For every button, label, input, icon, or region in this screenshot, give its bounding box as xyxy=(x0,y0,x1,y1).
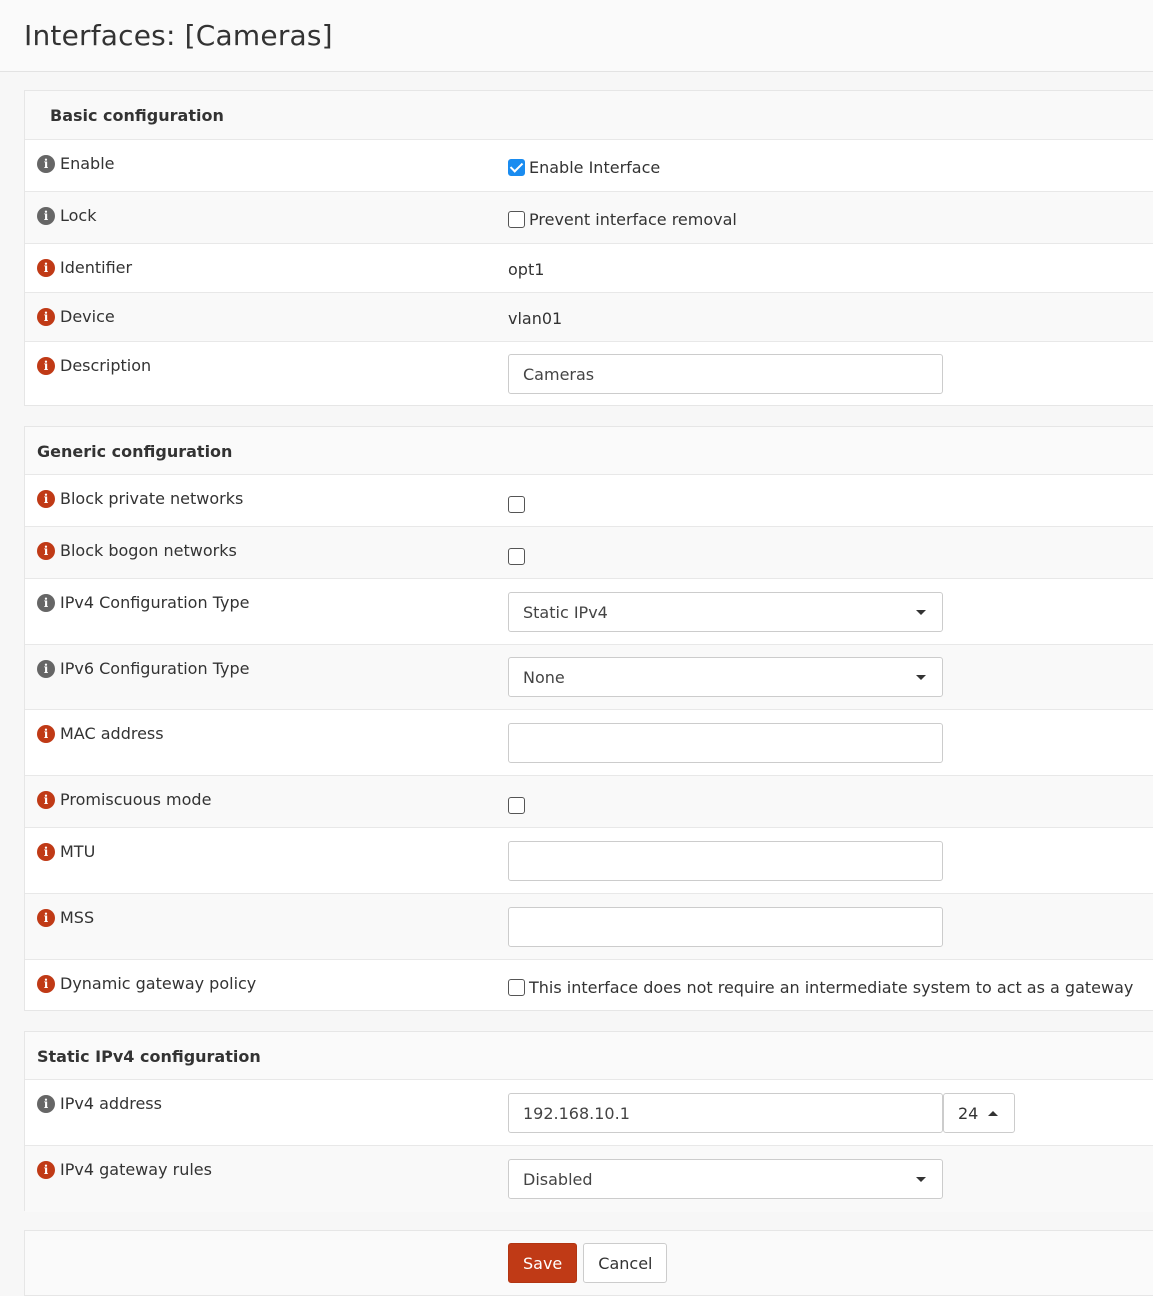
prevent-removal-checkbox[interactable] xyxy=(508,211,525,228)
identifier-label: Identifier xyxy=(60,258,133,277)
enable-interface-label[interactable]: Enable Interface xyxy=(529,158,660,177)
chevron-down-icon xyxy=(916,674,926,680)
block-bogon-row: i Block bogon networks xyxy=(25,526,1153,578)
info-icon[interactable]: i xyxy=(37,489,55,508)
page-title: Interfaces: [Cameras] xyxy=(24,19,333,52)
mss-row: i MSS xyxy=(25,893,1153,959)
basic-configuration-title: Basic configuration xyxy=(25,91,1153,139)
device-row: i Device vlan01 xyxy=(25,292,1153,341)
dynamic-gateway-label: Dynamic gateway policy xyxy=(60,974,257,993)
dynamic-gateway-checkbox-group[interactable]: This interface does not require an inter… xyxy=(508,978,1133,997)
mtu-label: MTU xyxy=(60,842,96,861)
info-icon[interactable]: i xyxy=(37,154,55,173)
ipv6-type-label: IPv6 Configuration Type xyxy=(60,659,250,678)
info-icon[interactable]: i xyxy=(37,974,55,993)
info-icon[interactable]: i xyxy=(37,659,55,678)
promiscuous-row: i Promiscuous mode xyxy=(25,775,1153,827)
description-label: Description xyxy=(60,356,152,375)
promiscuous-label: Promiscuous mode xyxy=(60,790,212,809)
enable-row: i Enable Enable Interface xyxy=(25,139,1153,191)
promiscuous-checkbox[interactable] xyxy=(508,797,525,814)
description-row: i Description Cameras xyxy=(25,341,1153,407)
dynamic-gateway-checkbox[interactable] xyxy=(508,979,525,996)
ipv6-type-value: None xyxy=(523,667,565,687)
ipv4-type-select[interactable]: Static IPv4 xyxy=(508,592,943,632)
actions-panel: Save Cancel xyxy=(24,1230,1153,1296)
ipv4-type-row: i IPv4 Configuration Type Static IPv4 xyxy=(25,578,1153,644)
basic-configuration-panel: Basic configuration i Enable Enable Inte… xyxy=(24,90,1153,406)
ipv4-address-label: IPv4 address xyxy=(60,1094,162,1113)
device-label: Device xyxy=(60,307,115,326)
dynamic-gateway-checkbox-label[interactable]: This interface does not require an inter… xyxy=(529,978,1133,997)
mss-label: MSS xyxy=(60,908,95,927)
info-icon[interactable]: i xyxy=(37,724,55,743)
chevron-down-icon xyxy=(916,1176,926,1182)
dynamic-gateway-row: i Dynamic gateway policy This interface … xyxy=(25,959,1153,1012)
ipv4-gateway-rules-label: IPv4 gateway rules xyxy=(60,1160,212,1179)
cancel-button[interactable]: Cancel xyxy=(583,1243,668,1283)
info-icon[interactable]: i xyxy=(37,258,55,277)
info-icon[interactable]: i xyxy=(37,1160,55,1179)
actions-group: Save Cancel xyxy=(508,1243,668,1283)
subnet-value: 24 xyxy=(958,1103,979,1123)
chevron-down-icon xyxy=(916,609,926,615)
ipv4-type-value: Static IPv4 xyxy=(523,602,608,622)
chevron-up-icon xyxy=(988,1110,999,1116)
info-icon[interactable]: i xyxy=(37,356,55,375)
info-icon[interactable]: i xyxy=(37,307,55,326)
lock-label: Lock xyxy=(60,206,97,225)
ipv4-gateway-rules-row: i IPv4 gateway rules Disabled xyxy=(25,1145,1153,1212)
generic-configuration-panel: Generic configuration i Block private ne… xyxy=(24,426,1153,1011)
block-private-row: i Block private networks xyxy=(25,474,1153,526)
mtu-row: i MTU xyxy=(25,827,1153,893)
ipv4-gateway-rules-value: Disabled xyxy=(523,1169,593,1189)
mac-address-label: MAC address xyxy=(60,724,164,743)
ipv4-type-label: IPv4 Configuration Type xyxy=(60,593,250,612)
info-icon[interactable]: i xyxy=(37,1094,55,1113)
block-bogon-checkbox[interactable] xyxy=(508,548,525,565)
lock-row: i Lock Prevent interface removal xyxy=(25,191,1153,243)
info-icon[interactable]: i xyxy=(37,790,55,809)
prevent-removal-checkbox-group[interactable]: Prevent interface removal xyxy=(508,210,737,229)
block-bogon-label: Block bogon networks xyxy=(60,541,237,560)
static-ipv4-panel: Static IPv4 configuration i IPv4 address… xyxy=(24,1031,1153,1212)
prevent-removal-label[interactable]: Prevent interface removal xyxy=(529,210,737,229)
enable-label: Enable xyxy=(60,154,115,173)
block-private-checkbox[interactable] xyxy=(508,496,525,513)
description-input[interactable]: Cameras xyxy=(508,354,943,394)
ipv4-address-row: i IPv4 address 192.168.10.1 24 xyxy=(25,1079,1153,1145)
mac-address-row: i MAC address xyxy=(25,709,1153,775)
device-value: vlan01 xyxy=(508,309,563,328)
save-button[interactable]: Save xyxy=(508,1243,578,1283)
info-icon[interactable]: i xyxy=(37,842,55,861)
ipv4-address-input[interactable]: 192.168.10.1 xyxy=(508,1093,943,1133)
ipv6-type-row: i IPv6 Configuration Type None xyxy=(25,644,1153,709)
subnet-select[interactable]: 24 xyxy=(943,1093,1015,1133)
ipv4-gateway-rules-select[interactable]: Disabled xyxy=(508,1159,943,1199)
mss-input[interactable] xyxy=(508,907,943,947)
mac-address-input[interactable] xyxy=(508,723,943,763)
info-icon[interactable]: i xyxy=(37,206,55,225)
enable-interface-checkbox[interactable] xyxy=(508,159,525,176)
generic-configuration-title: Generic configuration xyxy=(25,427,1153,475)
mtu-input[interactable] xyxy=(508,841,943,881)
info-icon[interactable]: i xyxy=(37,541,55,560)
block-private-label: Block private networks xyxy=(60,489,244,508)
info-icon[interactable]: i xyxy=(37,908,55,927)
page-header: Interfaces: [Cameras] xyxy=(0,0,1153,72)
identifier-value: opt1 xyxy=(508,260,545,279)
enable-interface-checkbox-group[interactable]: Enable Interface xyxy=(508,158,660,177)
identifier-row: i Identifier opt1 xyxy=(25,243,1153,292)
ipv6-type-select[interactable]: None xyxy=(508,657,943,697)
info-icon[interactable]: i xyxy=(37,593,55,612)
static-ipv4-title: Static IPv4 configuration xyxy=(25,1032,1153,1080)
